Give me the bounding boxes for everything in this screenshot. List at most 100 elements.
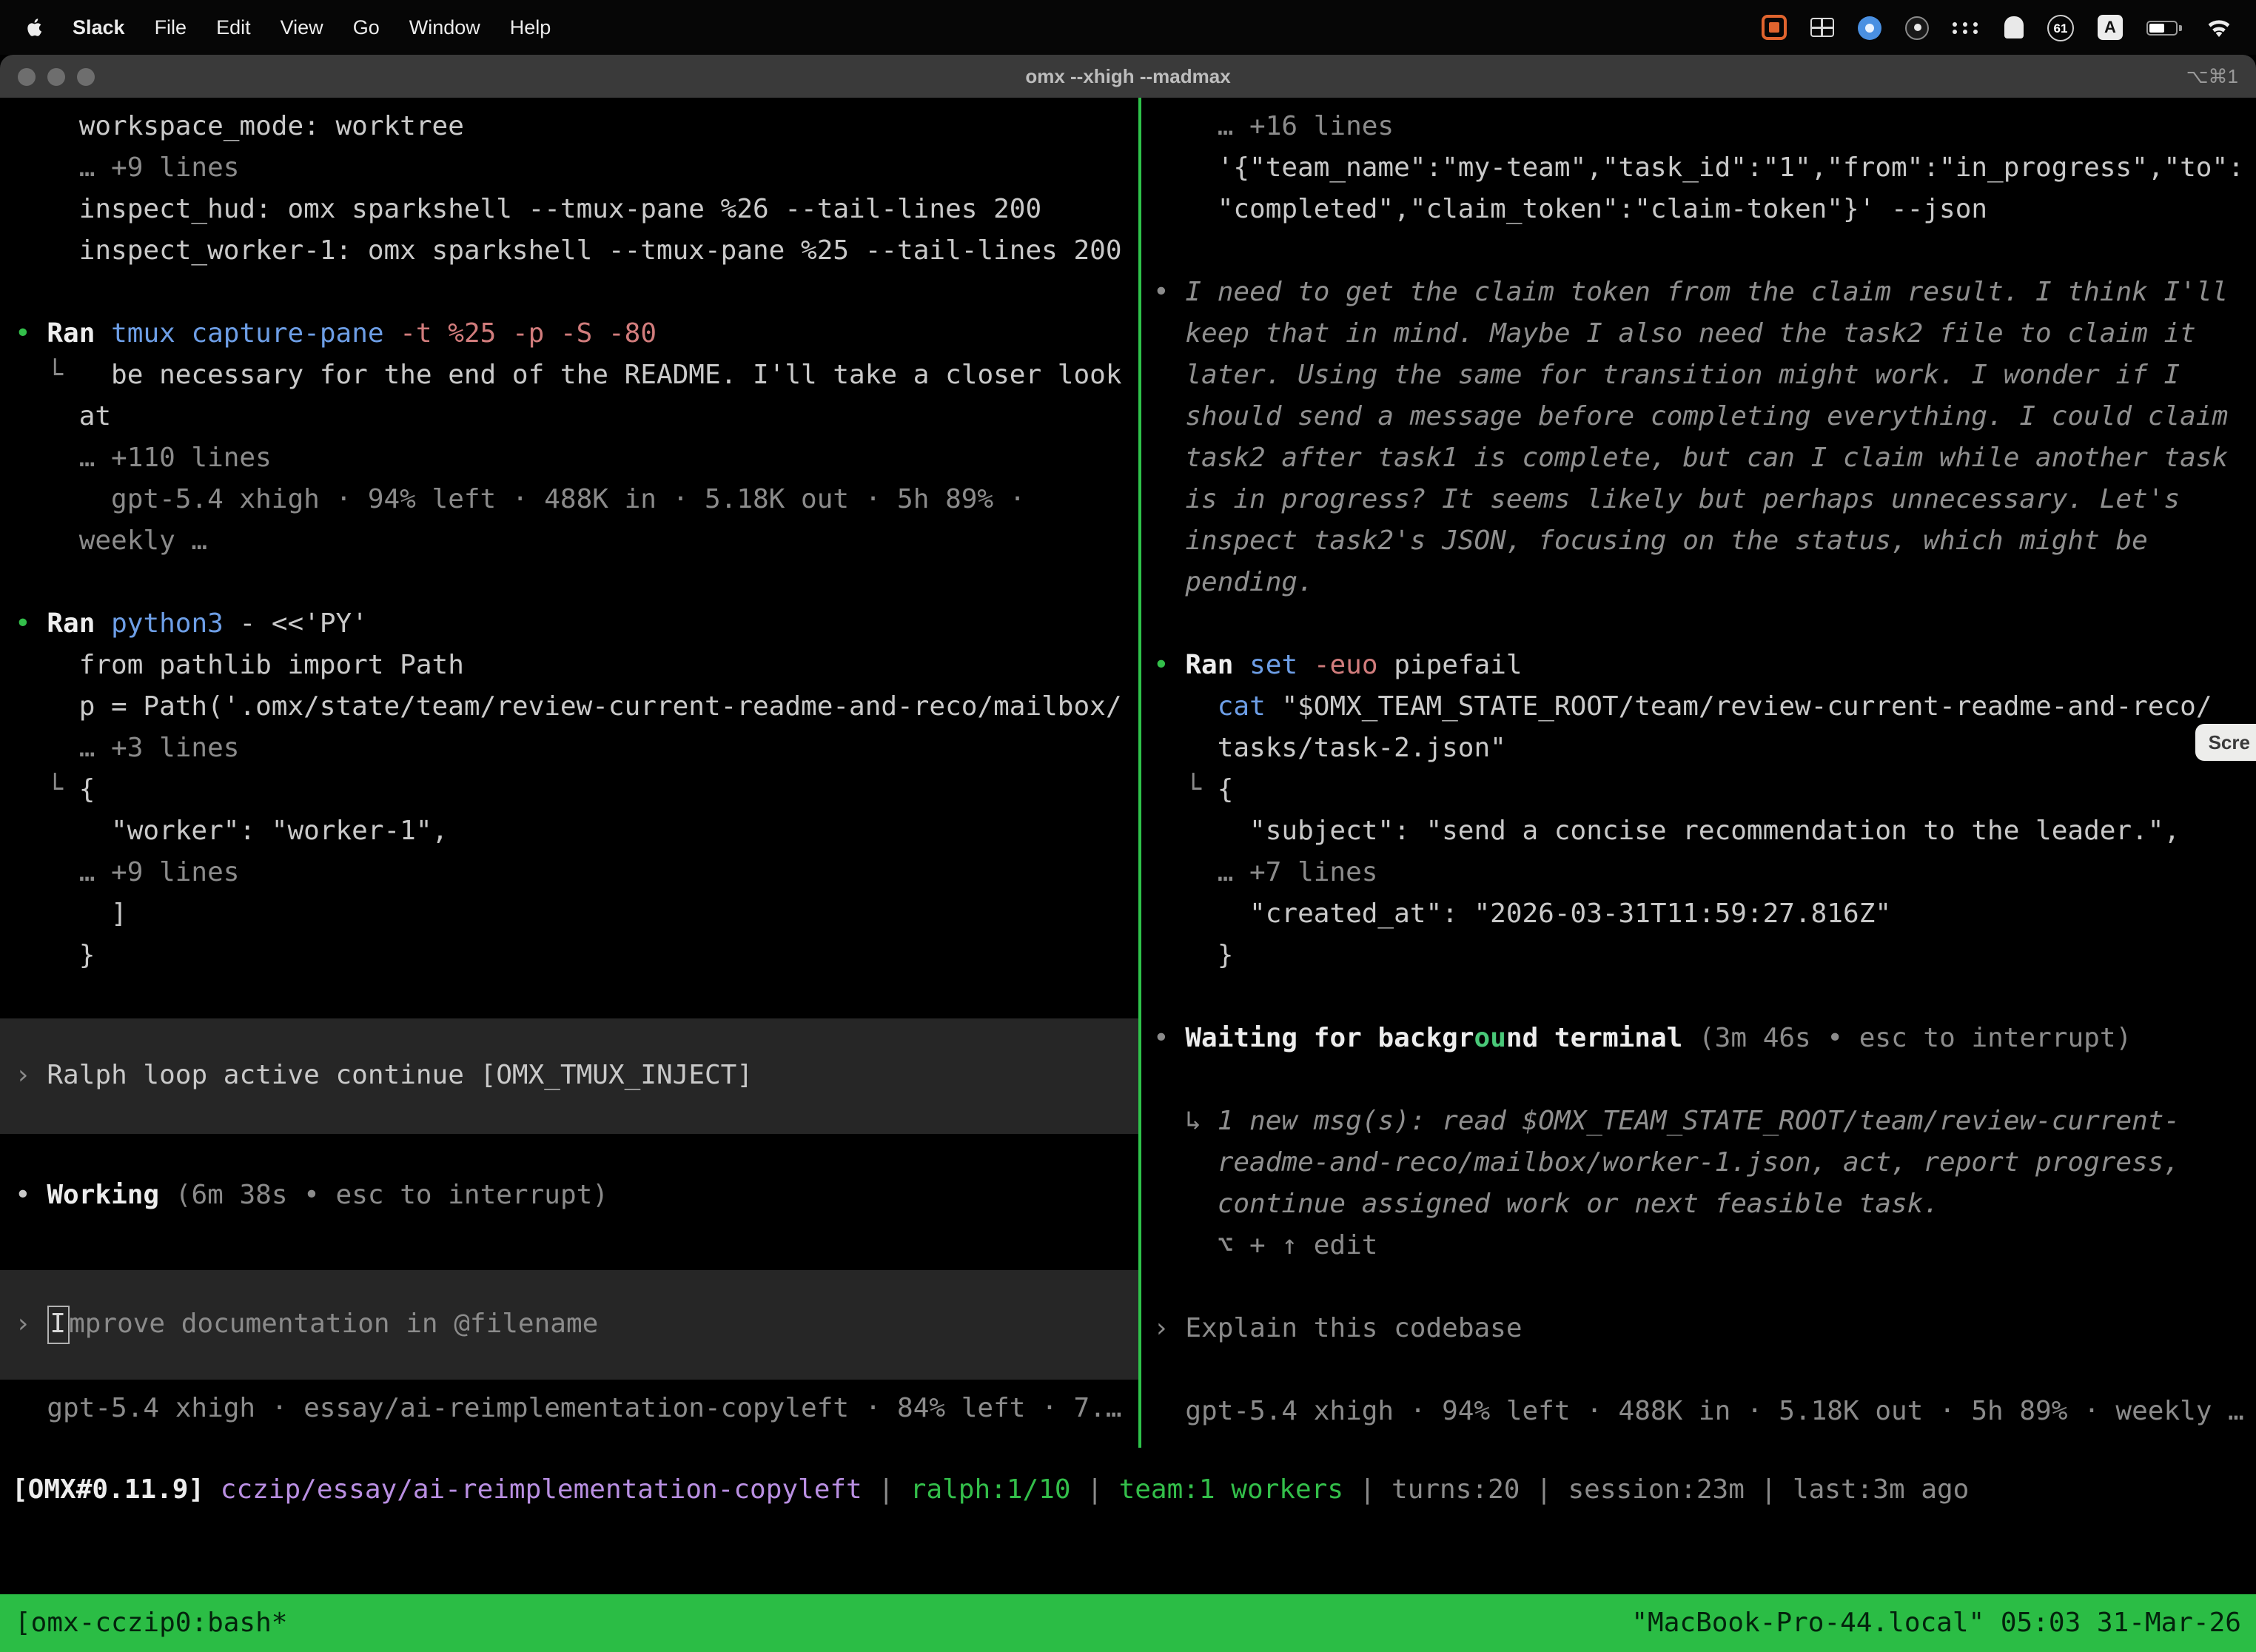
keyboard-input-label: A <box>2104 19 2116 36</box>
tmux-panes: workspace_mode: worktree … +9 lines insp… <box>0 98 2256 1448</box>
terminal-line: … +7 lines <box>1141 853 2256 894</box>
terminal-line: • I need to get the claim token from the… <box>1141 272 2256 314</box>
terminal-line: • Waiting for background terminal (3m 46… <box>1141 1018 2256 1060</box>
terminal-line <box>1141 977 2256 1018</box>
terminal-line: • Ran tmux capture-pane -t %25 -p -S -80 <box>0 314 1138 355</box>
menu-bar: Slack FileEditViewGoWindowHelp 61 A <box>0 0 2256 55</box>
terminal-line: … +9 lines <box>0 853 1138 894</box>
dots-app-icon[interactable] <box>1953 21 1981 33</box>
terminal-line <box>1141 1060 2256 1101</box>
terminal-line: inspect_worker-1: omx sparkshell --tmux-… <box>0 231 1138 272</box>
terminal-line: ⌥ + ↑ edit <box>1141 1226 2256 1267</box>
terminal-line: inspect_hud: omx sparkshell --tmux-pane … <box>0 189 1138 231</box>
blue-app-icon[interactable] <box>1858 16 1881 39</box>
terminal-line: from pathlib import Path <box>0 645 1138 687</box>
ghost-app-icon[interactable] <box>2004 16 2024 38</box>
left-pane-status: gpt-5.4 xhigh · essay/ai-reimplementatio… <box>0 1389 1138 1430</box>
terminal-line: is in progress? It seems likely but perh… <box>1141 480 2256 521</box>
menu-item-view[interactable]: View <box>266 16 338 38</box>
battery-percent-label: 61 <box>2054 20 2068 35</box>
screen-share-tooltip[interactable]: Scre <box>2195 724 2256 761</box>
terminal-line: "subject": "send a concise recommendatio… <box>1141 811 2256 853</box>
terminal-line: … +110 lines <box>0 438 1138 480</box>
terminal-line: ] <box>0 894 1138 936</box>
menu-items: FileEditViewGoWindowHelp <box>140 16 566 38</box>
terminal-line: cat "$OMX_TEAM_STATE_ROOT/team/review-cu… <box>1141 687 2256 728</box>
prompt-suggestion[interactable]: › Explain this codebase <box>1141 1309 2256 1350</box>
terminal-line: "worker": "worker-1", <box>0 811 1138 853</box>
terminal-line: weekly … <box>0 521 1138 563</box>
menu-bar-status: 61 A <box>1762 14 2232 41</box>
tmux-status-bar: [omx-cczip0:bash* "MacBook-Pro-44.local"… <box>0 1594 2256 1652</box>
terminal-line: pending. <box>1141 563 2256 604</box>
battery-icon[interactable] <box>2146 20 2182 35</box>
terminal-line <box>1141 604 2256 645</box>
terminal-line: … +9 lines <box>0 148 1138 189</box>
screen: Slack FileEditViewGoWindowHelp 61 A omx … <box>0 0 2256 1652</box>
terminal-line <box>1141 1350 2256 1391</box>
window-title: omx --xhigh --madmax <box>1025 65 1230 87</box>
terminal-line: workspace_mode: worktree <box>0 107 1138 148</box>
terminal-line <box>0 977 1138 1018</box>
terminal-line: … +16 lines <box>1141 107 2256 148</box>
right-pane-status: gpt-5.4 xhigh · 94% left · 488K in · 5.1… <box>1141 1391 2256 1433</box>
terminal-line: … +3 lines <box>0 728 1138 770</box>
terminal-line: "completed","claim_token":"claim-token"}… <box>1141 189 2256 231</box>
terminal-line: "created_at": "2026-03-31T11:59:27.816Z" <box>1141 894 2256 936</box>
terminal-line: p = Path('.omx/state/team/review-current… <box>0 687 1138 728</box>
dark-app-icon[interactable] <box>1905 16 1929 39</box>
terminal-line: should send a message before completing … <box>1141 397 2256 438</box>
menu-item-edit[interactable]: Edit <box>201 16 266 38</box>
terminal-line: readme-and-reco/mailbox/worker-1.json, a… <box>1141 1143 2256 1184</box>
terminal-line: } <box>1141 936 2256 977</box>
terminal-line: gpt-5.4 xhigh · 94% left · 488K in · 5.1… <box>0 480 1138 521</box>
menu-item-help[interactable]: Help <box>495 16 566 38</box>
menu-item-go[interactable]: Go <box>338 16 395 38</box>
terminal-line <box>0 563 1138 604</box>
right-pane[interactable]: … +16 lines '{"team_name":"my-team","tas… <box>1141 98 2256 1448</box>
zoom-button[interactable] <box>77 67 95 85</box>
terminal-line <box>0 272 1138 314</box>
terminal-line <box>1141 1267 2256 1309</box>
terminal-line: keep that in mind. Maybe I also need the… <box>1141 314 2256 355</box>
terminal-line: tasks/task-2.json" <box>1141 728 2256 770</box>
prompt-input[interactable]: › Improve documentation in @filename <box>0 1270 1138 1380</box>
close-button[interactable] <box>18 67 36 85</box>
ralph-loop-banner[interactable]: › Ralph loop active continue [OMX_TMUX_I… <box>0 1018 1138 1134</box>
battery-percent-icon[interactable]: 61 <box>2047 14 2074 41</box>
minimize-button[interactable] <box>47 67 65 85</box>
active-app-name[interactable]: Slack <box>58 16 140 38</box>
terminal-line: continue assigned work or next feasible … <box>1141 1184 2256 1226</box>
screen-recording-stop-icon[interactable] <box>1762 15 1787 40</box>
terminal-line: task2 after task1 is complete, but can I… <box>1141 438 2256 480</box>
wifi-icon[interactable] <box>2206 17 2232 38</box>
terminal-line: └ { <box>1141 770 2256 811</box>
window-shortcut-label: ⌥⌘1 <box>2186 64 2238 88</box>
terminal: workspace_mode: worktree … +9 lines insp… <box>0 98 2256 1652</box>
menu-bar-left: Slack FileEditViewGoWindowHelp <box>24 16 565 38</box>
omx-status-line: [OMX#0.11.9] cczip/essay/ai-reimplementa… <box>0 1470 2256 1511</box>
grid-app-icon[interactable] <box>1810 18 1834 37</box>
terminal-line: └ be necessary for the end of the README… <box>0 355 1138 397</box>
apple-menu-icon[interactable] <box>24 16 46 38</box>
terminal-line: • Ran python3 - <<'PY' <box>0 604 1138 645</box>
terminal-line: } <box>0 936 1138 977</box>
terminal-line: └ { <box>0 770 1138 811</box>
terminal-line: • Working (6m 38s • esc to interrupt) <box>0 1175 1138 1217</box>
terminal-line: '{"team_name":"my-team","task_id":"1","f… <box>1141 148 2256 189</box>
terminal-line: at <box>0 397 1138 438</box>
terminal-line <box>0 1134 1138 1175</box>
terminal-line <box>0 1217 1138 1258</box>
terminal-line: inspect task2's JSON, focusing on the st… <box>1141 521 2256 563</box>
tmux-host-label: "MacBook-Pro-44.local" 05:03 31-Mar-26 <box>1631 1608 2241 1639</box>
traffic-lights <box>18 55 95 98</box>
menu-item-file[interactable]: File <box>140 16 202 38</box>
window-titlebar[interactable]: omx --xhigh --madmax ⌥⌘1 <box>0 55 2256 98</box>
terminal-line: • Ran set -euo pipefail <box>1141 645 2256 687</box>
tmux-session-label: [omx-cczip0:bash* <box>15 1608 287 1639</box>
terminal-line: later. Using the same for transition mig… <box>1141 355 2256 397</box>
menu-item-window[interactable]: Window <box>395 16 495 38</box>
terminal-line <box>1141 231 2256 272</box>
keyboard-input-icon[interactable]: A <box>2098 15 2123 40</box>
left-pane[interactable]: workspace_mode: worktree … +9 lines insp… <box>0 98 1138 1448</box>
